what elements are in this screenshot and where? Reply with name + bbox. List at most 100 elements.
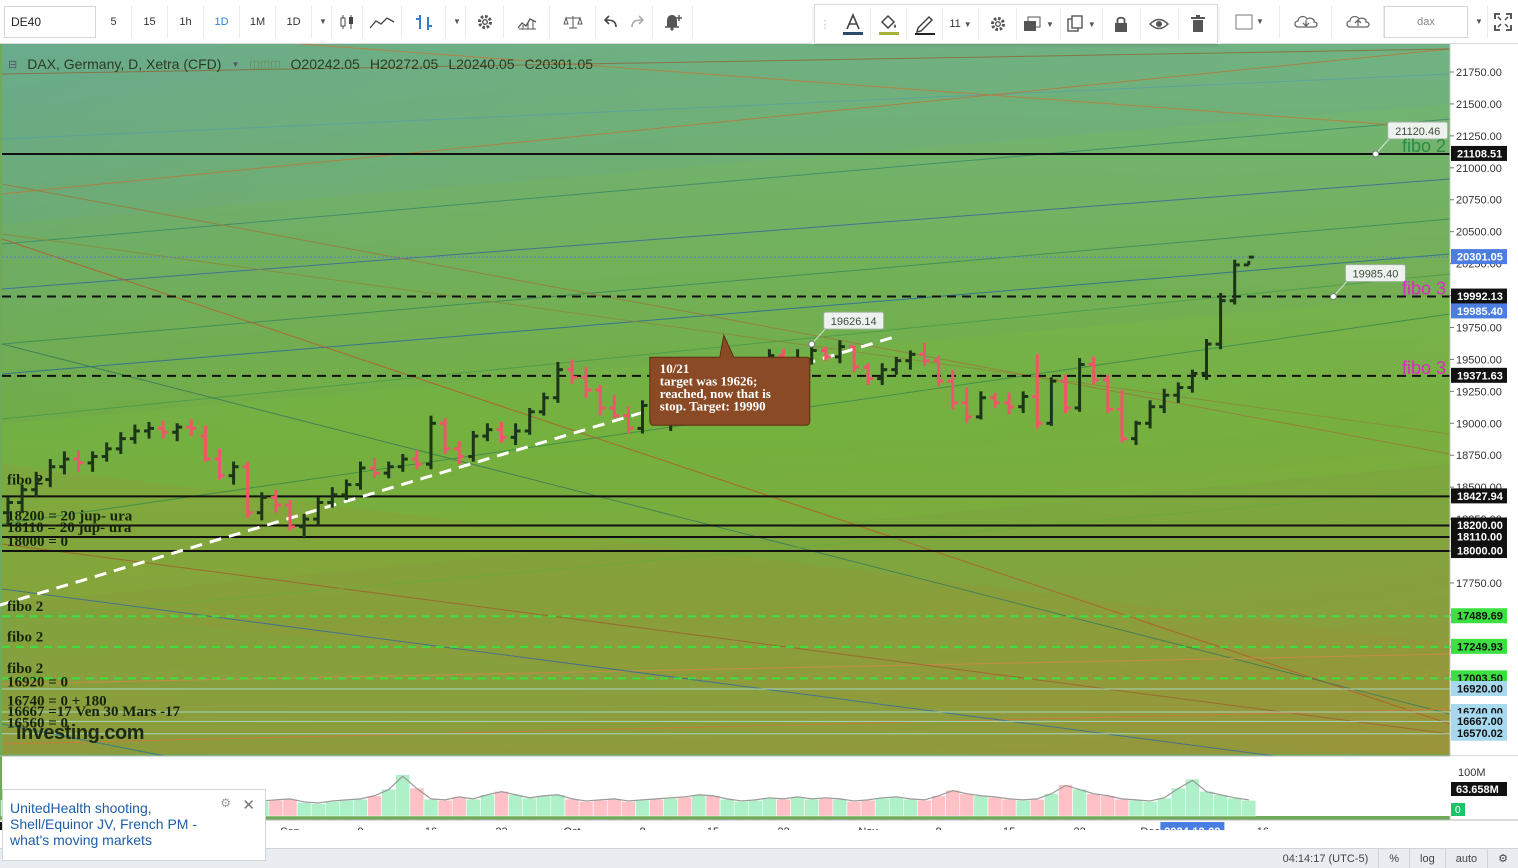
price-tick-label: 21000.00 [1456,163,1502,175]
chart-app: DE40 5 15 1h 1D 1M 1D ▼ ▼ ⋮ 11 ▼ ▼ ▼ ▼ d… [0,0,1518,868]
time-tick-label: 8 [639,826,645,830]
callout-price-badge-label: 19985.40 [1457,306,1503,318]
price-tick-label: 19500.00 [1456,354,1502,366]
volume-bar [1044,793,1059,817]
close-icon[interactable]: ✕ [242,796,255,814]
indicators-button[interactable] [504,5,550,38]
volume-bar [339,800,354,817]
interval-button-2[interactable]: 1h [168,5,204,38]
layout-select-button[interactable]: ▼ [1220,5,1280,38]
level-badge-label: 18000.00 [1457,546,1503,558]
fibo-label: fibo 2 [1402,136,1446,156]
save-layout-button[interactable] [1332,5,1384,38]
bar-type-button[interactable] [332,5,363,38]
level-note: 18000 = 0 [7,534,68,550]
chart-style-dropdown[interactable]: ▼ [446,5,466,38]
layout-name-select[interactable]: dax [1384,5,1468,38]
price-tick-label: 21500.00 [1456,99,1502,111]
alert-button[interactable] [653,5,693,38]
visual-order-button[interactable]: ▼ [1017,8,1061,40]
pencil-icon [914,15,935,35]
volume-bar [889,796,904,817]
visibility-button[interactable] [1141,8,1179,40]
volume-bar [522,797,537,817]
gear-icon[interactable]: ⚙ [220,796,231,810]
interval-button-1[interactable]: 15 [132,5,168,38]
volume-bar [494,791,509,817]
undo-button[interactable] [596,6,624,38]
area-style-button[interactable] [363,5,402,38]
layers-icon [1024,16,1041,31]
settings-button[interactable] [466,5,504,38]
price-tick-label: 21250.00 [1456,131,1502,143]
drag-handle[interactable]: ⋮ [815,8,835,40]
callout-label: 19626.14 [831,316,877,328]
drawing-settings-button[interactable] [979,8,1017,40]
delete-button[interactable] [1179,8,1217,40]
time-tick-label: Nov [858,826,878,830]
price-tick-label: 20500.00 [1456,227,1502,239]
series-legend: ⊟ DAX, Germany, D, Xetra (CFD) ▼ ◫◫◫ O20… [8,56,593,72]
lock-button[interactable] [1103,8,1141,40]
drawing-toolbar: ⋮ 11 ▼ ▼ ▼ [814,4,1218,44]
right-toolbar: ▼ dax ▼ [1220,0,1518,44]
interval-button-5[interactable]: 1D [276,5,312,38]
volume-100m-label: 100M [1458,767,1486,779]
fill-color-button[interactable] [871,8,907,40]
volume-bar [367,795,382,817]
news-headline-link[interactable]: UnitedHealth shooting, Shell/Equinor JV,… [10,800,210,848]
volume-bar [677,796,693,817]
collapse-icon[interactable]: ⊟ [8,58,17,71]
redo-icon [631,14,645,27]
price-tick-label: 19000.00 [1456,418,1502,430]
font-size-value: 11 [949,18,961,30]
symbol-search-input[interactable]: DE40 [4,5,96,38]
price-chart-svg[interactable]: 21120.4619985.4019626.1410/21 target was… [0,44,1518,830]
load-layout-button[interactable] [1280,5,1332,38]
text-color-icon [842,13,863,35]
level-badge-label: 21108.51 [1457,148,1502,160]
log-scale-button[interactable]: log [1409,848,1445,868]
news-popup[interactable]: UnitedHealth shooting, Shell/Equinor JV,… [2,789,266,861]
price-tick-label: 19250.00 [1456,386,1502,398]
auto-scale-button[interactable]: auto [1444,848,1487,868]
interval-button-4[interactable]: 1M [240,5,276,38]
price-tick-label: 17750.00 [1456,578,1502,590]
interval-dropdown-button[interactable]: ▼ [312,5,332,38]
interval-button-0[interactable]: 5 [96,5,132,38]
font-size-select[interactable]: 11 ▼ [943,8,979,40]
volume-bar [451,796,467,817]
legend-title: DAX, Germany, D, Xetra (CFD) [27,56,222,72]
layout-dropdown-button[interactable]: ▼ [1468,5,1488,38]
time-tick-label: 22 [1073,826,1085,830]
volume-last-label: 63.658M [1456,784,1499,796]
cloud-upload-icon [1345,15,1370,28]
redo-button[interactable] [624,5,653,38]
volume-bar [846,801,862,817]
interval-button-3[interactable]: 1D [204,5,240,38]
level-badge-label: 18110.00 [1457,531,1502,543]
bell-add-icon [664,14,682,31]
clone-button[interactable]: ▼ [1061,8,1103,40]
ohlc-style-button[interactable] [402,5,446,38]
text-color-button[interactable] [835,8,871,40]
volume-bar [268,800,284,817]
price-tick-label: 18750.00 [1456,450,1502,462]
last-price-label: 20301.05 [1457,252,1503,264]
gear-icon[interactable]: ⚙ [1487,848,1518,868]
chevron-down-icon[interactable]: ▼ [231,60,239,69]
volume-bar [719,798,735,817]
annotation-text-line: stop. Target: 19990 [660,399,766,414]
line-color-button[interactable] [907,8,943,40]
chart-area[interactable]: 21120.46 19985.40 19626.14 10/21 target was… [0,44,1518,861]
level-badge-label: 18427.94 [1457,491,1504,503]
volume-bar [776,798,791,817]
volume-bar [1199,791,1214,817]
time-tick-label: 23 [495,826,507,830]
price-tick-label: 19750.00 [1456,322,1502,334]
percent-scale-button[interactable]: % [1378,848,1409,868]
legend-high: H20272.05 [369,56,439,72]
chevron-down-icon: ▼ [1087,19,1096,29]
compare-button[interactable] [550,5,596,38]
fullscreen-button[interactable] [1488,6,1518,38]
